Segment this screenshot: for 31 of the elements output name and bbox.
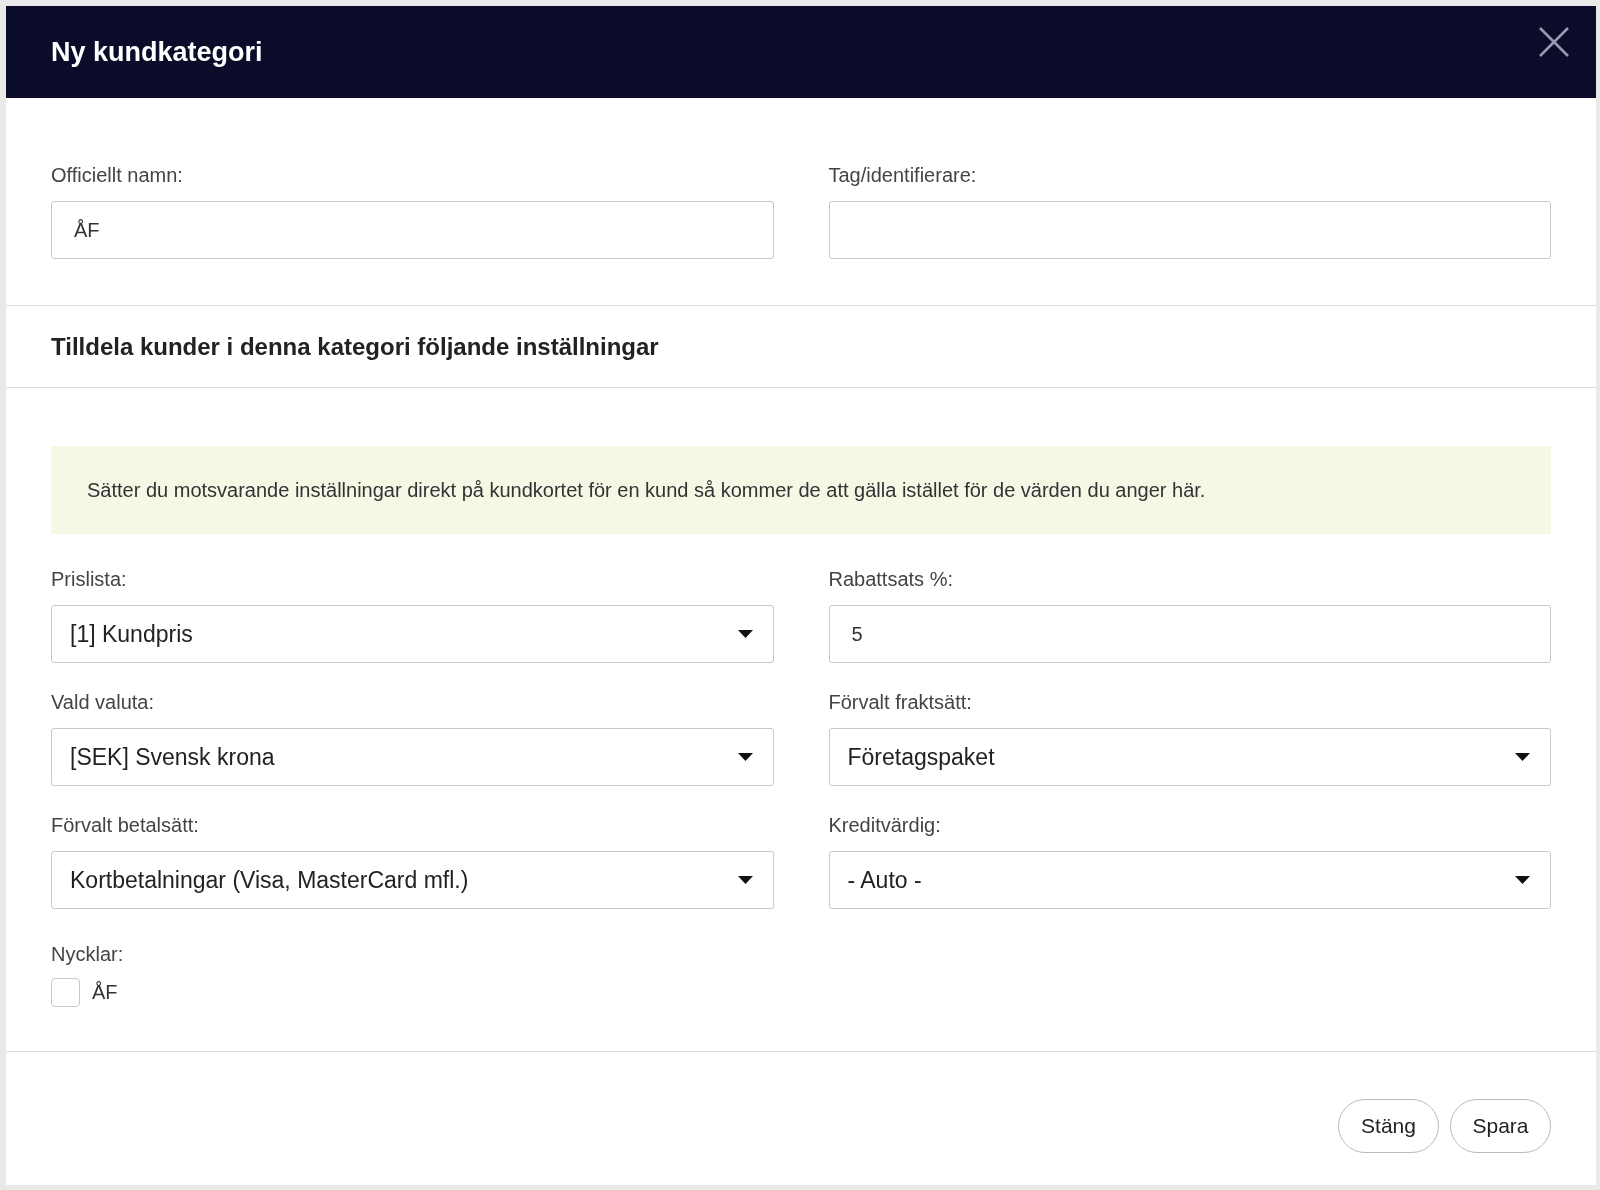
input-field[interactable]: ÅF [51,201,774,259]
input-field[interactable] [828,201,1551,259]
field-label: Förvalt fraktsätt: [828,690,973,713]
dialog-button[interactable]: Stäng [1338,1099,1439,1153]
field-label: Tag/identifierare: [828,163,978,186]
caret-icon [1515,753,1530,761]
field-label: Förvalt betalsätt: [51,813,200,836]
caret-icon [737,630,753,638]
dropdown-field[interactable]: - Auto - [828,851,1551,909]
field-label: Prislista: [51,567,128,590]
dropdown-field[interactable]: [1] Kundpris [51,605,774,663]
field-label: Nycklar: [51,942,125,965]
dropdown-field[interactable]: Kortbetalningar (Visa, MasterCard mfl.) [51,851,774,909]
checkbox[interactable] [51,977,80,1007]
notice-text: Sätter du motsvarande inställningar direkt på kundkortet för en kund så kommer de att gälla istället för de värden du anger här. [87,478,1206,503]
dialog-button[interactable]: Spara [1450,1099,1551,1153]
input-field[interactable]: 5 [828,605,1551,663]
field-label: Vald valuta: [51,690,156,713]
field-label: Rabattsats %: [828,567,954,590]
field-label: Kreditvärdig: [828,813,942,836]
close-button[interactable] [1538,26,1570,58]
dropdown-field[interactable]: Företagspaket [828,728,1551,786]
dropdown-field[interactable]: [SEK] Svensk krona [51,728,774,786]
field-label: Officiellt namn: [51,163,184,186]
caret-icon [737,753,753,761]
caret-icon [737,876,753,884]
checkbox-label: ÅF [92,980,118,1005]
caret-icon [1515,876,1530,884]
close-icon [1538,26,1570,58]
section-heading: Tilldela kunder i denna kategori följande inställningar [51,331,659,362]
dialog-title: Ny kundkategori [51,35,263,69]
